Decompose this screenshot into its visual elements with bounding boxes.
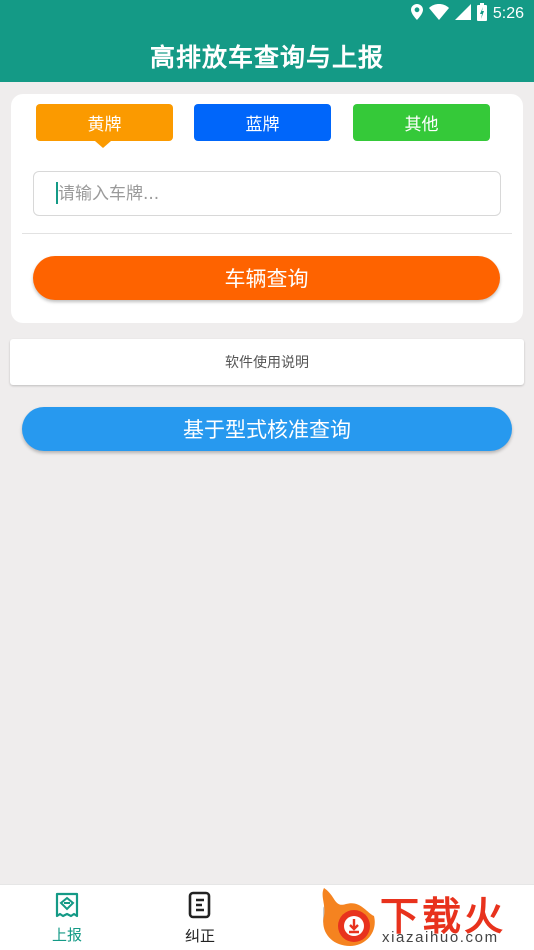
report-icon: [54, 892, 80, 922]
nav-label-report: 上报: [51, 925, 82, 944]
flame-logo-icon: [322, 888, 375, 946]
nav-label-correct: 纠正: [184, 926, 215, 945]
battery-icon: [476, 3, 487, 25]
divider: [22, 233, 512, 234]
tab-other-plate[interactable]: 其他: [353, 104, 490, 141]
instructions-link[interactable]: 软件使用说明: [10, 339, 524, 385]
plate-number-input[interactable]: [33, 171, 501, 216]
app-header: 5:26 高排放车查询与上报: [0, 0, 534, 82]
selected-tab-pointer: [95, 141, 111, 148]
watermark-logo: 下载火 xiazaihuo.com: [316, 880, 534, 950]
text-cursor: [56, 182, 58, 204]
clock-time: 5:26: [492, 5, 524, 22]
tab-yellow-plate[interactable]: 黄牌: [36, 104, 173, 141]
wifi-icon: [428, 4, 449, 24]
type-approval-query-button[interactable]: 基于型式核准查询: [22, 407, 512, 451]
query-card: 黄牌 蓝牌 其他 车辆查询: [11, 94, 523, 323]
vehicle-query-button[interactable]: 车辆查询: [33, 256, 500, 300]
nav-item-report[interactable]: 上报: [12, 885, 122, 950]
signal-icon: [454, 4, 471, 24]
watermark-domain: xiazaihuo.com: [382, 929, 499, 946]
status-bar: 5:26: [410, 3, 524, 25]
page-title: 高排放车查询与上报: [149, 43, 384, 72]
tab-blue-plate[interactable]: 蓝牌: [194, 104, 331, 141]
nav-item-correct[interactable]: 纠正: [145, 885, 255, 950]
location-icon: [410, 4, 423, 24]
correct-icon: [187, 891, 213, 923]
